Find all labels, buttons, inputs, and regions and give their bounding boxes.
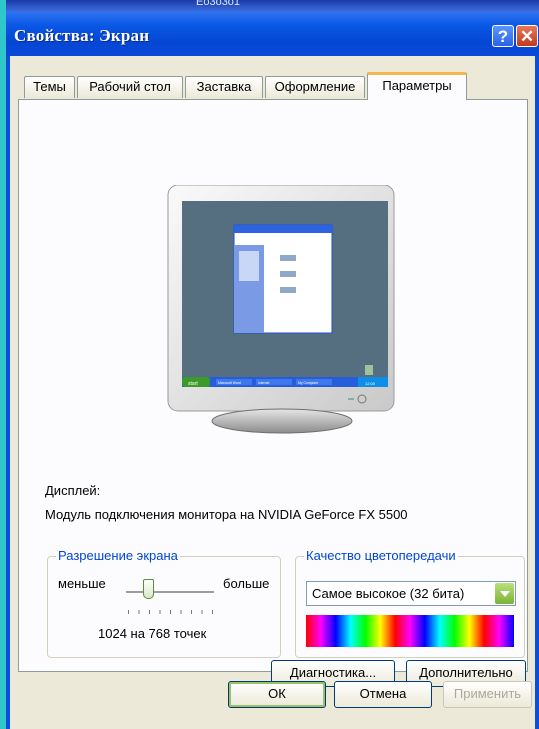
help-button[interactable]: ? xyxy=(492,25,514,47)
monitor-preview: start Microsoft Word Internet My Compute… xyxy=(167,185,395,434)
apply-button[interactable]: Применить xyxy=(443,681,532,708)
resolution-value: 1024 на 768 точек xyxy=(98,626,207,641)
preview-folder-icon xyxy=(280,255,296,261)
dialog-client-area: Темы Рабочий стол Заставка Оформление Па… xyxy=(10,56,535,729)
background-window-title: Eo3o3o1 xyxy=(196,0,241,8)
color-spectrum-preview xyxy=(306,615,514,647)
window-title: Свойства: Экран xyxy=(14,26,150,45)
tab-appearance[interactable]: Оформление xyxy=(265,76,365,98)
resolution-slider-ticks xyxy=(128,610,214,614)
monitor-stand xyxy=(211,408,353,434)
recycle-bin-icon xyxy=(365,365,373,375)
preview-task-label: Internet xyxy=(258,381,270,385)
resolution-group: Разрешение экрана меньше больше 1024 на … xyxy=(47,548,281,658)
tab-themes[interactable]: Темы xyxy=(24,76,75,98)
preview-task-label: My Computer xyxy=(298,381,319,385)
preview-folder-icon xyxy=(280,287,296,293)
tab-desktop[interactable]: Рабочий стол xyxy=(77,76,183,98)
display-label: Дисплей: xyxy=(45,483,101,498)
tab-screensaver[interactable]: Заставка xyxy=(185,76,263,98)
color-quality-value: Самое высокое (32 бита) xyxy=(312,586,465,601)
title-bar[interactable]: Свойства: Экран ? ✕ xyxy=(6,12,539,56)
resolution-slider-thumb[interactable] xyxy=(142,579,154,599)
color-quality-select[interactable]: Самое высокое (32 бита) xyxy=(306,581,516,606)
close-button[interactable]: ✕ xyxy=(516,25,538,47)
cancel-button[interactable]: Отмена xyxy=(334,681,432,708)
preview-window-task-pane xyxy=(239,251,259,281)
preview-start-label: start xyxy=(188,381,198,387)
power-led xyxy=(348,398,354,400)
preview-window-titlebar xyxy=(234,225,332,233)
resolution-group-title: Разрешение экрана xyxy=(56,548,180,563)
less-label: меньше xyxy=(58,576,106,591)
settings-panel: start Microsoft Word Internet My Compute… xyxy=(18,99,528,687)
tab-settings[interactable]: Параметры xyxy=(367,72,467,100)
resolution-slider-track[interactable] xyxy=(126,591,214,594)
ok-button[interactable]: ОК xyxy=(228,681,326,708)
chevron-down-icon[interactable] xyxy=(495,583,514,604)
color-quality-group: Качество цветопередачи Самое высокое (32… xyxy=(295,548,525,658)
preview-clock: 12:00 xyxy=(365,381,376,386)
preview-folder-icon xyxy=(280,271,296,277)
preview-task-label: Microsoft Word xyxy=(218,381,241,385)
color-quality-group-title: Качество цветопередачи xyxy=(304,548,458,563)
display-properties-window: Eo3o3o1 Свойства: Экран ? ✕ Темы Рабочий… xyxy=(6,0,539,729)
background-window-caption: Eo3o3o1 xyxy=(6,0,539,12)
more-label: больше xyxy=(223,576,270,591)
display-adapter-name: Модуль подключения монитора на NVIDIA Ge… xyxy=(45,507,408,522)
